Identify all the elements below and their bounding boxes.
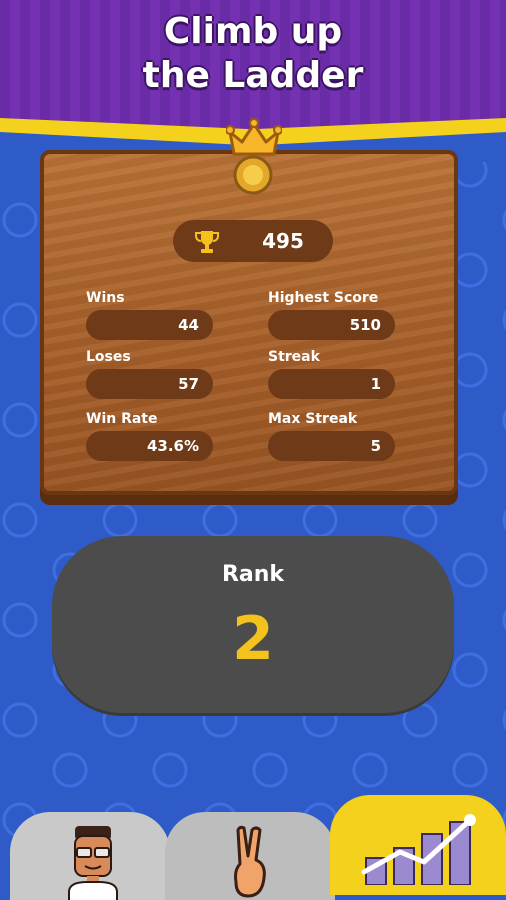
max-streak-value: 5 — [268, 431, 395, 461]
rank-card: Rank 2 — [52, 536, 454, 716]
medal-icon — [233, 155, 273, 195]
tab-play[interactable] — [165, 812, 335, 900]
loses-value: 57 — [86, 369, 213, 399]
max-streak-label: Max Streak — [268, 411, 358, 427]
stats-chart-icon — [361, 814, 476, 885]
page-title-line1: Climb up — [163, 11, 343, 52]
loses-label: Loses — [86, 349, 131, 365]
page-title-line2: the Ladder — [142, 55, 364, 96]
score-value: 495 — [262, 229, 304, 253]
tab-profile[interactable] — [10, 812, 170, 900]
profile-avatar-icon — [68, 826, 118, 900]
crown-icon — [226, 118, 282, 156]
rank-value: 2 — [232, 604, 274, 674]
streak-value: 1 — [268, 369, 395, 399]
tab-leaderboard[interactable] — [330, 795, 506, 895]
wins-label: Wins — [86, 290, 125, 306]
highest-score-label: Highest Score — [268, 290, 379, 306]
peace-hand-icon — [234, 825, 266, 898]
rank-label: Rank — [221, 562, 285, 587]
highest-score-value: 510 — [268, 310, 395, 340]
win-rate-label: Win Rate — [86, 411, 158, 427]
score-pill: 495 — [173, 220, 333, 262]
page-title: Climb up the Ladder — [0, 10, 506, 98]
win-rate-value: 43.6% — [86, 431, 213, 461]
trophy-icon — [195, 231, 219, 253]
streak-label: Streak — [268, 349, 320, 365]
wins-value: 44 — [86, 310, 213, 340]
